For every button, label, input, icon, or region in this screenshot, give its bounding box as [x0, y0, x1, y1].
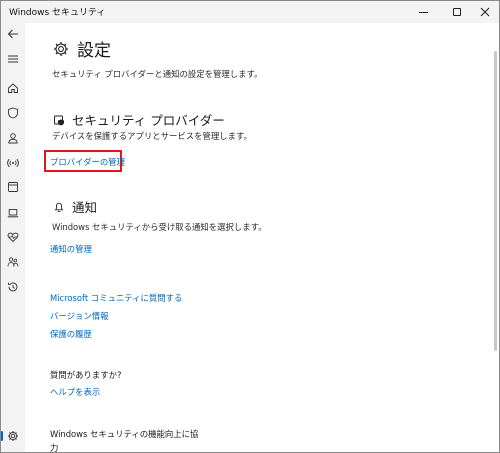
improve-heading-line2: 力: [50, 443, 59, 453]
providers-heading: セキュリティ プロバイダー: [72, 113, 225, 128]
notifications-section-header: 通知: [53, 197, 97, 216]
sidebar-item-device-performance[interactable]: [4, 228, 22, 246]
sidebar-item-settings[interactable]: [1, 427, 22, 445]
improve-heading-line1: Windows セキュリティの機能向上に協: [50, 429, 199, 439]
security-provider-icon: [54, 115, 64, 125]
app-window: Windows セキュリティ 設定 セキュリティ プロバイダーと通知の設定を管理…: [0, 0, 500, 453]
providers-description: デバイスを保護するアプリとサービスを管理します。: [52, 131, 252, 141]
gear-icon: [8, 431, 18, 441]
page-title: 設定: [77, 41, 111, 61]
page-description: セキュリティ プロバイダーと通知の設定を管理します。: [52, 69, 263, 79]
manage-providers-link[interactable]: プロバイダーの管理: [50, 156, 125, 168]
help-question: 質問がありますか?: [50, 370, 122, 380]
version-info-link[interactable]: バージョン情報: [50, 310, 108, 322]
shield-icon: [8, 107, 18, 119]
get-help-link[interactable]: ヘルプを表示: [50, 386, 100, 398]
sidebar-item-virus-protection[interactable]: [4, 104, 22, 122]
minimize-button[interactable]: [407, 1, 439, 23]
notifications-heading: 通知: [72, 200, 98, 215]
person-icon: [8, 133, 18, 144]
manage-notifications-link[interactable]: 通知の管理: [50, 243, 92, 255]
back-arrow-icon: [7, 29, 18, 39]
sidebar-item-account-protection[interactable]: [4, 129, 22, 147]
sidebar-item-home[interactable]: [4, 79, 22, 97]
page-header: 設定: [53, 36, 111, 61]
community-link[interactable]: Microsoft コミュニティに質問する: [50, 292, 182, 304]
sidebar-item-device-security[interactable]: [4, 204, 22, 222]
scrollbar[interactable]: [494, 51, 497, 351]
close-button[interactable]: [469, 1, 499, 23]
history-icon: [8, 282, 18, 292]
notifications-description: Windows セキュリティから受け取る通知を選択します。: [52, 222, 267, 232]
sidebar-item-firewall[interactable]: [4, 154, 22, 172]
hamburger-menu-icon: [8, 55, 18, 63]
menu-button[interactable]: [4, 50, 22, 68]
gear-icon: [54, 41, 68, 56]
sidebar: [1, 23, 25, 452]
providers-section-header: セキュリティ プロバイダー: [53, 110, 225, 129]
sidebar-item-family-options[interactable]: [4, 253, 22, 271]
protection-history-link[interactable]: 保護の履歴: [50, 328, 92, 340]
home-icon: [8, 83, 18, 93]
close-icon: [480, 7, 490, 17]
sidebar-item-app-browser[interactable]: [4, 178, 22, 196]
heart-pulse-icon: [7, 232, 19, 243]
minimize-icon: [418, 11, 428, 13]
settings-page: 設定 セキュリティ プロバイダーと通知の設定を管理します。 セキュリティ プロバ…: [25, 23, 499, 453]
sidebar-item-protection-history[interactable]: [4, 278, 22, 296]
laptop-icon: [7, 209, 19, 218]
bell-icon: [54, 202, 64, 212]
wireless-network-icon: [7, 158, 19, 168]
title-bar: Windows セキュリティ: [1, 1, 499, 23]
family-icon: [7, 257, 19, 267]
window-title: Windows セキュリティ: [9, 8, 106, 18]
back-button[interactable]: [4, 25, 22, 43]
maximize-icon: [453, 8, 461, 16]
app-browser-icon: [8, 182, 18, 192]
